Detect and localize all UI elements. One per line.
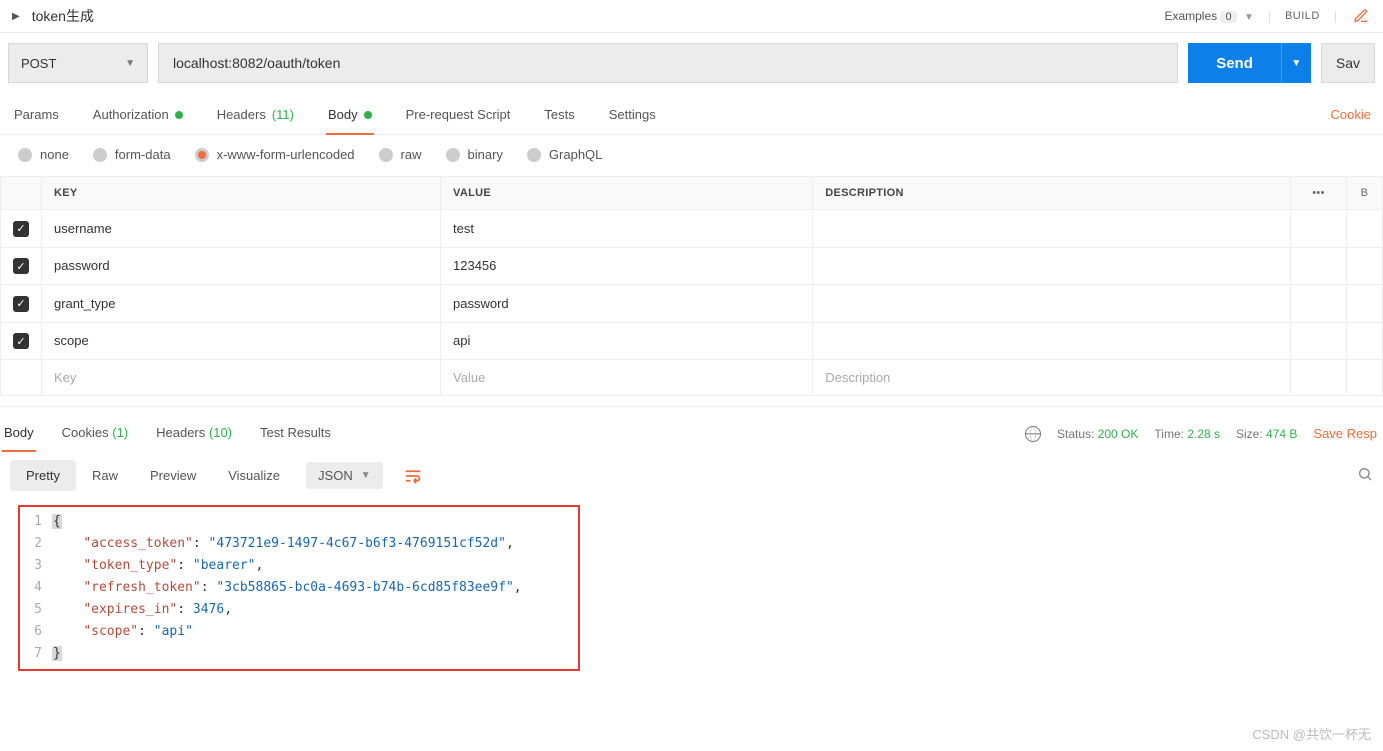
save-response[interactable]: Save Resp <box>1313 426 1377 441</box>
col-key: KEY <box>42 177 441 210</box>
view-raw[interactable]: Raw <box>76 460 134 491</box>
cell-value[interactable]: password <box>441 285 813 323</box>
tab-prerequest[interactable]: Pre-request Script <box>404 95 513 134</box>
radio-icon <box>18 148 32 162</box>
save-button[interactable]: Sav <box>1321 43 1375 83</box>
col-options[interactable]: ••• <box>1291 177 1347 210</box>
radio-icon <box>527 148 541 162</box>
response-body: 1{ 2 "access_token": "473721e9-1497-4c67… <box>18 505 580 671</box>
chevron-down-icon: ▼ <box>1244 12 1254 23</box>
tab-tests[interactable]: Tests <box>542 95 576 134</box>
radio-none[interactable]: none <box>18 147 69 162</box>
cell-desc[interactable] <box>813 210 1291 248</box>
resp-tab-headers[interactable]: Headers (10) <box>154 415 234 452</box>
body-params-table: KEY VALUE DESCRIPTION ••• B ✓ username t… <box>0 176 1383 396</box>
col-description: DESCRIPTION <box>813 177 1291 210</box>
cell-key[interactable]: password <box>42 247 441 285</box>
radio-icon <box>379 148 393 162</box>
resp-tab-tests[interactable]: Test Results <box>258 415 333 452</box>
cell-desc[interactable] <box>813 285 1291 323</box>
view-pretty[interactable]: Pretty <box>10 460 76 491</box>
bulk-edit[interactable]: B <box>1347 177 1383 210</box>
radio-raw[interactable]: raw <box>379 147 422 162</box>
cell-key[interactable]: username <box>42 210 441 248</box>
globe-icon[interactable] <box>1025 426 1041 442</box>
method-select[interactable]: POST ▼ <box>8 43 148 83</box>
radio-icon <box>446 148 460 162</box>
time-value: 2.28 s <box>1187 427 1220 441</box>
tab-authorization[interactable]: Authorization <box>91 95 185 134</box>
cell-desc-placeholder[interactable]: Description <box>813 360 1291 396</box>
tab-params[interactable]: Params <box>12 95 61 134</box>
send-dropdown[interactable]: ▼ <box>1281 43 1311 83</box>
chevron-down-icon: ▼ <box>361 470 371 481</box>
table-row: ✓ username test <box>1 210 1383 248</box>
lang-select[interactable]: JSON ▼ <box>306 462 383 489</box>
cell-key[interactable]: grant_type <box>42 285 441 323</box>
status-dot-icon <box>175 111 183 119</box>
url-input[interactable]: localhost:8082/oauth/token <box>158 43 1178 83</box>
col-value: VALUE <box>441 177 813 210</box>
build-link[interactable]: BUILD <box>1285 10 1320 22</box>
checkbox-checked-icon[interactable]: ✓ <box>13 221 29 237</box>
table-row: ✓ scope api <box>1 322 1383 360</box>
radio-icon <box>93 148 107 162</box>
cell-value-placeholder[interactable]: Value <box>441 360 813 396</box>
table-row-new: Key Value Description <box>1 360 1383 396</box>
radio-formdata[interactable]: form-data <box>93 147 171 162</box>
checkbox-checked-icon[interactable]: ✓ <box>13 296 29 312</box>
cookies-link[interactable]: Cookie <box>1331 107 1371 122</box>
cell-value[interactable]: 123456 <box>441 247 813 285</box>
checkbox-checked-icon[interactable]: ✓ <box>13 258 29 274</box>
resp-tab-cookies[interactable]: Cookies (1) <box>60 415 130 452</box>
resp-tab-body[interactable]: Body <box>2 415 36 452</box>
tab-settings[interactable]: Settings <box>607 95 658 134</box>
radio-xwww[interactable]: x-www-form-urlencoded <box>195 147 355 162</box>
cell-value[interactable]: api <box>441 322 813 360</box>
table-row: ✓ grant_type password <box>1 285 1383 323</box>
table-row: ✓ password 123456 <box>1 247 1383 285</box>
edit-icon[interactable] <box>1351 6 1371 26</box>
cell-desc[interactable] <box>813 247 1291 285</box>
radio-graphql[interactable]: GraphQL <box>527 147 602 162</box>
watermark: CSDN @共饮一杯无 <box>1252 724 1371 743</box>
send-button[interactable]: Send <box>1188 43 1281 83</box>
cell-key[interactable]: scope <box>42 322 441 360</box>
chevron-down-icon: ▼ <box>125 58 135 69</box>
radio-binary[interactable]: binary <box>446 147 503 162</box>
wrap-lines-icon[interactable] <box>393 462 433 490</box>
checkbox-checked-icon[interactable]: ✓ <box>13 333 29 349</box>
cell-key-placeholder[interactable]: Key <box>42 360 441 396</box>
status-value: 200 OK <box>1098 427 1139 441</box>
status-dot-icon <box>364 111 372 119</box>
cell-desc[interactable] <box>813 322 1291 360</box>
tab-body[interactable]: Body <box>326 95 374 134</box>
radio-selected-icon <box>195 148 209 162</box>
view-preview[interactable]: Preview <box>134 460 212 491</box>
examples-dropdown[interactable]: Examples 0 ▼ <box>1164 9 1253 23</box>
cell-value[interactable]: test <box>441 210 813 248</box>
search-icon[interactable] <box>1357 466 1373 485</box>
size-value: 474 B <box>1266 427 1297 441</box>
view-visualize[interactable]: Visualize <box>212 460 296 491</box>
collapse-icon[interactable]: ▶ <box>12 11 20 22</box>
request-title: token生成 <box>32 6 94 26</box>
tab-headers[interactable]: Headers (11) <box>215 95 296 134</box>
